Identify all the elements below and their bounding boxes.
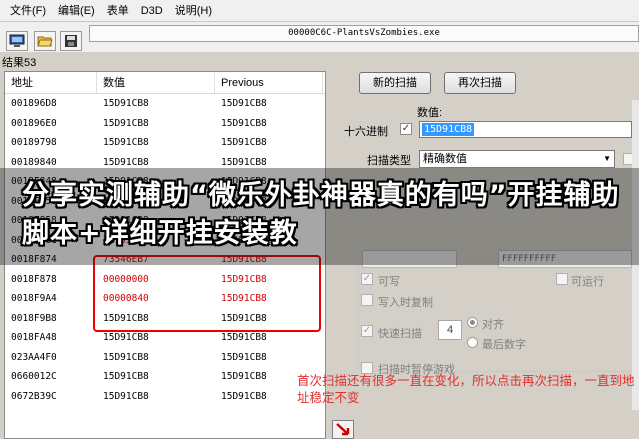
- address-cell: 00189798: [11, 137, 57, 148]
- address-cell: 023AA4F0: [11, 351, 57, 363]
- scan-type-select[interactable]: 精确数值 ▼: [419, 150, 615, 168]
- table-row[interactable]: 00189798 15D91CB8 15D91CB8: [5, 133, 325, 153]
- address-cell: 001896D8: [11, 98, 57, 109]
- value-label: 数值:: [417, 107, 443, 119]
- menu-file[interactable]: 文件(F): [4, 0, 52, 22]
- previous-cell: 15D91CB8: [221, 137, 267, 148]
- table-row[interactable]: 0660012C 15D91CB8 15D91CB8: [5, 367, 325, 387]
- previous-cell: 15D91CB8: [221, 117, 267, 129]
- value-cell: 15D91CB8: [103, 351, 149, 363]
- copy-on-write-checkbox[interactable]: [361, 294, 373, 306]
- table-row[interactable]: 001896D8 15D91CB8 15D91CB8: [5, 94, 325, 114]
- tutorial-annotation: 首次扫描还有很多一直在变化，所以点击再次扫描，一直到地址稳定不变: [297, 373, 635, 405]
- last-digits-radio[interactable]: [467, 337, 478, 348]
- executable-label: 可运行: [571, 276, 604, 288]
- column-previous[interactable]: Previous: [215, 72, 323, 93]
- address-cell: 0660012C: [11, 371, 57, 382]
- open-folder-icon[interactable]: [34, 31, 56, 51]
- value-cell: 15D91CB8: [103, 98, 149, 109]
- address-cell: 0018FA48: [11, 332, 57, 343]
- save-disk-icon[interactable]: [60, 31, 82, 51]
- results-count: 结果53: [2, 57, 37, 69]
- menu-help[interactable]: 说明(H): [169, 0, 218, 22]
- value-cell: 15D91CB8: [103, 371, 149, 382]
- column-value[interactable]: 数值: [97, 72, 215, 93]
- address-cell: 0018F9B8: [11, 312, 57, 324]
- computer-icon[interactable]: [6, 31, 28, 51]
- address-cell: 0018F878: [11, 273, 57, 285]
- scan-type-label: 扫描类型: [367, 155, 411, 167]
- table-row[interactable]: 023AA4F0 15D91CB8 15D91CB8: [5, 348, 325, 368]
- new-scan-button[interactable]: 新的扫描: [359, 72, 431, 94]
- menu-table[interactable]: 表单: [101, 0, 135, 22]
- value-cell: 15D91CB8: [103, 390, 149, 402]
- value-cell: 15D91CB8: [103, 137, 149, 148]
- banner-title: 分享实测辅助“微乐外卦神器真的有吗”开挂辅助脚本+详细开挂安装教: [22, 180, 620, 249]
- value-text: 15D91CB8: [422, 123, 475, 136]
- menu-bar: 文件(F) 编辑(E) 表单 D3D 说明(H): [0, 0, 639, 22]
- align-label: 对齐: [482, 319, 504, 331]
- previous-cell: 15D91CB8: [221, 98, 267, 109]
- process-name-field[interactable]: 00000C6C-PlantsVsZombies.exe: [89, 25, 639, 42]
- value-cell: 15D91CB8: [103, 117, 149, 129]
- table-row[interactable]: 001896E0 15D91CB8 15D91CB8: [5, 114, 325, 134]
- column-address[interactable]: 地址: [5, 72, 97, 93]
- menu-edit[interactable]: 编辑(E): [52, 0, 101, 22]
- copy-on-write-label: 写入时复制: [378, 297, 433, 309]
- writable-label: 可写: [378, 276, 400, 288]
- fast-scan-checkbox[interactable]: ✓: [361, 325, 373, 337]
- writable-checkbox[interactable]: ✓: [361, 273, 373, 285]
- previous-cell: 15D91CB8: [221, 351, 267, 363]
- address-cell: 0018F9A4: [11, 293, 57, 304]
- executable-checkbox[interactable]: [556, 273, 568, 285]
- hex-checkbox[interactable]: ✓: [400, 123, 412, 135]
- fast-scan-label: 快速扫描: [378, 328, 422, 340]
- fast-scan-value[interactable]: 4: [438, 320, 462, 340]
- scan-type-value: 精确数值: [423, 153, 467, 165]
- highlight-circle: [93, 255, 321, 332]
- align-radio[interactable]: [467, 317, 478, 328]
- address-cell: 001896E0: [11, 117, 57, 129]
- last-digits-label: 最后数字: [482, 339, 526, 351]
- value-input[interactable]: 15D91CB8: [419, 121, 632, 138]
- next-scan-button[interactable]: 再次扫描: [444, 72, 516, 94]
- add-address-button[interactable]: [332, 420, 354, 439]
- red-arrow-icon: [336, 423, 350, 436]
- table-row[interactable]: 0672B39C 15D91CB8 15D91CB8: [5, 387, 325, 407]
- hex-label: 十六进制: [344, 126, 388, 138]
- chevron-down-icon: ▼: [603, 154, 611, 163]
- menu-d3d[interactable]: D3D: [135, 0, 169, 22]
- address-cell: 0672B39C: [11, 390, 57, 402]
- list-header: 地址 数值 Previous: [5, 72, 325, 94]
